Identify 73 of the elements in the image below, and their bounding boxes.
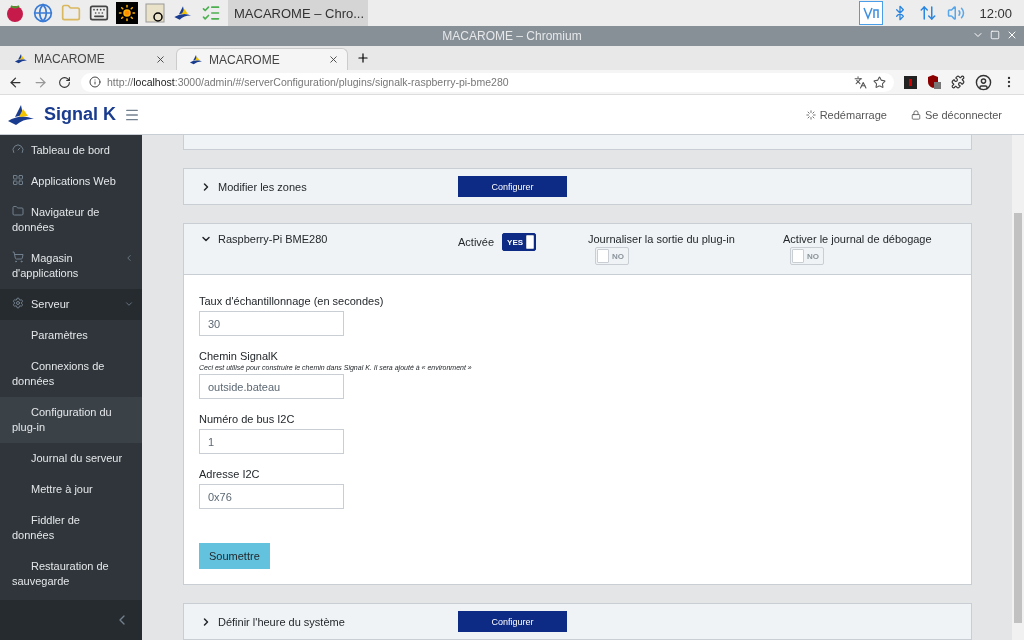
close-tab-icon[interactable] <box>155 53 166 65</box>
vnc-icon[interactable] <box>859 1 884 25</box>
chevron-left-icon <box>124 253 134 263</box>
close-tab-icon[interactable] <box>328 54 339 65</box>
extension-icon[interactable] <box>904 75 917 89</box>
sidebar-item[interactable]: Serveur <box>0 289 142 320</box>
toggle-label: Activée <box>458 236 495 248</box>
toggle-switch[interactable]: YES <box>502 233 537 251</box>
taskbar-window-button[interactable]: MACAROME – Chro... <box>228 0 368 26</box>
configure-button[interactable]: Configurer <box>458 611 567 633</box>
window-title: MACAROME – Chromium <box>442 29 582 43</box>
raspberry-icon[interactable] <box>4 2 26 24</box>
sidebar-item[interactable]: Mettre à jour <box>0 474 142 505</box>
card-header[interactable]: Définir l'heure du système Configurer <box>184 604 971 639</box>
forward-icon[interactable] <box>33 74 48 90</box>
sidebar-item[interactable]: Magasin d'applications <box>0 243 142 289</box>
browser-tab[interactable]: MACAROME <box>2 48 174 70</box>
boat-logo-icon <box>14 53 28 65</box>
spinner-icon <box>805 109 816 120</box>
sidebar-item[interactable]: Navigateur de données <box>0 197 142 243</box>
clock: 12:00 <box>979 5 1012 21</box>
sidebar-item[interactable]: Tableau de bord <box>0 135 142 166</box>
input-field[interactable]: outside.bateau <box>199 374 344 399</box>
sidebar-item[interactable]: Configuration du plug-in <box>0 397 142 443</box>
scrollbar[interactable] <box>1012 135 1024 640</box>
info-icon[interactable] <box>89 76 101 88</box>
reload-icon[interactable] <box>58 75 71 89</box>
card-header[interactable]: Modifier les zones Configurer <box>184 169 971 204</box>
field-label: Numéro de bus I2C <box>199 413 295 425</box>
shield-icon[interactable] <box>927 75 941 89</box>
plugin-title[interactable]: Définir l'heure du système <box>200 615 458 628</box>
new-tab-icon[interactable] <box>356 51 370 65</box>
toggle-label: Activer le journal de débogage <box>783 233 932 245</box>
url-text: http://localhost:3000/admin/#/serverConfiguration/plugins/signalk-raspberry-pi-bme280 <box>107 76 510 88</box>
input-field[interactable]: 1 <box>199 429 344 454</box>
sidebar-item[interactable]: Applications Web <box>0 166 142 197</box>
sidebar-item[interactable]: Paramètres <box>0 320 142 351</box>
submit-button[interactable]: Soumettre <box>199 543 270 569</box>
puzzle-icon[interactable] <box>951 75 965 89</box>
sidebar-item[interactable]: Restauration de sauvegarde <box>0 551 142 597</box>
toggle-label: Journaliser la sortie du plug-in <box>588 233 735 245</box>
brand-name: Signal K <box>44 104 116 125</box>
field-label: Chemin SignalK <box>199 350 278 362</box>
configure-button[interactable]: Configurer <box>458 176 567 198</box>
browser-tab[interactable]: MACAROME <box>176 48 348 70</box>
sidebar-icon <box>12 143 24 155</box>
sidebar-icon <box>12 205 24 217</box>
sun-icon[interactable] <box>116 2 138 24</box>
logout-link[interactable]: Se déconnecter <box>910 108 1002 121</box>
sidebar-icon <box>12 297 24 309</box>
sidebar-icon <box>12 174 24 186</box>
plugin-title[interactable]: Modifier les zones <box>200 180 458 193</box>
sidebar-item[interactable]: Connexions de données <box>0 351 142 397</box>
sidebar-item[interactable]: Fiddler de données <box>0 505 142 551</box>
back-icon[interactable] <box>8 74 23 90</box>
plugin-title[interactable]: Raspberry-Pi BME280 <box>200 233 458 245</box>
map-icon[interactable] <box>144 2 166 24</box>
translate-icon[interactable] <box>854 75 867 89</box>
card-header[interactable]: Raspberry-Pi BME280 Activée YES Journaliser la sortie du plug-in NO Activer le journal de débogage NO <box>184 224 971 274</box>
restart-link[interactable]: Redémarrage <box>805 108 887 121</box>
field-label: Taux d'échantillonnage (en secondes) <box>199 295 384 307</box>
field-label: Adresse I2C <box>199 468 260 480</box>
boat-logo-icon <box>189 53 203 66</box>
globe-icon[interactable] <box>32 2 54 24</box>
lock-icon <box>910 109 921 120</box>
sidebar-icon <box>12 251 24 263</box>
chevron-down-icon <box>124 299 134 309</box>
input-field[interactable]: 0x76 <box>199 484 344 509</box>
address-bar[interactable]: http://localhost:3000/admin/#/serverConfiguration/plugins/signalk-raspberry-pi-bme280 <box>81 72 894 92</box>
bookmark-star-icon[interactable] <box>873 75 886 89</box>
profile-icon[interactable] <box>975 73 992 91</box>
input-field[interactable]: 30 <box>199 311 344 336</box>
sidebar-item[interactable]: Journal du serveur <box>0 443 142 474</box>
